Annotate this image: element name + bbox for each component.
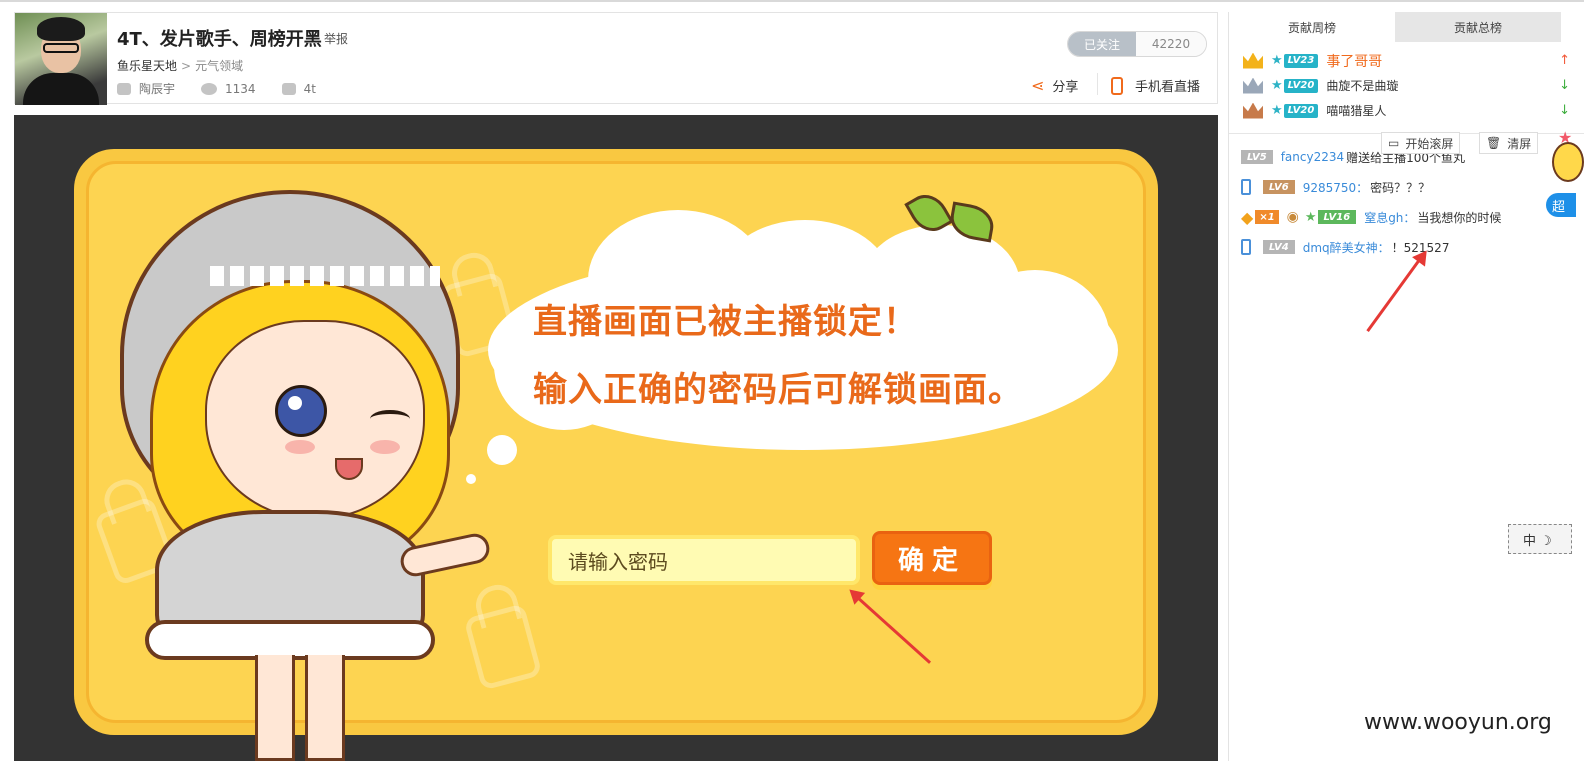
- fans-badge: ×1: [1255, 210, 1279, 224]
- ranking-name[interactable]: 喵喵猎星人: [1326, 102, 1386, 119]
- room-tag: 4t: [303, 81, 316, 96]
- divider: [1097, 73, 1098, 95]
- breadcrumb-separator: >: [181, 59, 192, 73]
- follow-count: 42220: [1136, 32, 1206, 56]
- clear-label: 清屏: [1507, 136, 1532, 151]
- confirm-button[interactable]: 确定: [872, 531, 992, 585]
- room-title: 4T、发片歌手、周榜开黑: [117, 29, 322, 50]
- password-input[interactable]: 请输入密码: [548, 535, 860, 585]
- room-meta: 陶辰宇 1134 4t: [117, 80, 342, 97]
- streamer-avatar[interactable]: [15, 13, 107, 105]
- chat-text: 密码？？？: [1370, 180, 1431, 195]
- ranking-name[interactable]: 曲旋不是曲璇: [1326, 77, 1398, 94]
- mobile-watch-button[interactable]: 手机看直播: [1111, 76, 1200, 95]
- lock-message-line1: 直播画面已被主播锁定！: [533, 302, 918, 342]
- room-header: 4T、发片歌手、周榜开黑 举报 鱼乐星天地 > 元气领域 陶辰宇 1134 4t 已…: [14, 12, 1218, 105]
- chat-username[interactable]: 9285750：: [1303, 179, 1368, 196]
- ime-indicator[interactable]: 中 ☽: [1508, 524, 1572, 554]
- chat-username[interactable]: 窒息gh：: [1364, 209, 1415, 226]
- phone-icon: [1111, 76, 1123, 95]
- level-badge: LV5: [1241, 150, 1273, 164]
- follow-button[interactable]: 已关注: [1068, 32, 1136, 56]
- level-badge: LV16: [1317, 210, 1357, 224]
- super-badge[interactable]: 超: [1546, 193, 1576, 217]
- diamond-icon: ◆: [1241, 207, 1254, 227]
- level-badge: LV6: [1263, 180, 1295, 194]
- star-icon: ★: [1271, 53, 1283, 68]
- chat-sidebar: 贡献周榜 贡献总榜 ★ LV23 事了哥哥 ↑ ★ LV20 曲旋不是曲璇 ↓ …: [1228, 12, 1584, 761]
- lock-message: 直播画面已被主播锁定！ 输入正确的密码后可解锁画面。: [533, 288, 1093, 424]
- bronze-crown-icon: [1243, 102, 1263, 119]
- breadcrumb-root[interactable]: 鱼乐星天地: [117, 59, 177, 73]
- screen-icon: ▭: [1388, 136, 1400, 150]
- ranking-row[interactable]: ★ LV20 喵喵猎星人 ↓: [1229, 98, 1584, 123]
- trend-down-icon: ↓: [1559, 103, 1570, 118]
- breadcrumb-category[interactable]: 元气领域: [195, 59, 243, 73]
- tab-weekly-ranking[interactable]: 贡献周榜: [1229, 12, 1395, 42]
- trash-icon: 🗑: [1486, 136, 1502, 150]
- star-icon: ★: [1304, 209, 1317, 225]
- silver-crown-icon: [1243, 77, 1263, 94]
- trend-down-icon: ↓: [1559, 78, 1570, 93]
- level-badge: LV20: [1283, 103, 1319, 118]
- chat-text: 当我想你的时候: [1417, 210, 1502, 225]
- level-badge: LV20: [1283, 78, 1319, 93]
- level-badge: LV23: [1283, 53, 1319, 68]
- viewer-count: 1134: [225, 81, 256, 96]
- share-button[interactable]: ⋖ 分享: [1031, 76, 1078, 95]
- chat-message: ◆ ×1 ◉ ★ LV16 窒息gh： 当我想你的时候: [1241, 202, 1584, 232]
- chat-username[interactable]: fancy2234: [1281, 150, 1344, 164]
- eye-icon: [201, 82, 218, 95]
- scroll-label: 开始滚屏: [1405, 136, 1454, 151]
- mobile-icon: [1241, 179, 1251, 195]
- mobile-watch-label: 手机看直播: [1135, 80, 1201, 95]
- mobile-icon: [1241, 239, 1251, 255]
- breadcrumb: 鱼乐星天地 > 元气领域: [117, 57, 243, 74]
- chat-message: LV6 9285750： 密码？？？: [1241, 172, 1584, 202]
- star-icon: ★: [1271, 78, 1283, 93]
- top-border: [0, 0, 1584, 2]
- gold-crown-icon: [1243, 52, 1263, 69]
- user-icon: [117, 82, 131, 95]
- chat-username[interactable]: dmq醉美女神：: [1303, 239, 1390, 256]
- lock-message-line2: 输入正确的密码后可解锁画面。: [533, 370, 1023, 410]
- trend-up-icon: ↑: [1559, 53, 1570, 68]
- ranking-row[interactable]: ★ LV20 曲旋不是曲璇 ↓: [1229, 73, 1584, 98]
- watermark: www.wooyun.org: [1364, 710, 1552, 735]
- follow-toggle[interactable]: 已关注 42220: [1067, 31, 1207, 57]
- level-badge: LV4: [1263, 240, 1295, 254]
- streamer-name[interactable]: 陶辰宇: [139, 80, 175, 97]
- star-icon: ★: [1271, 103, 1283, 118]
- ranking-row[interactable]: ★ LV23 事了哥哥 ↑: [1229, 48, 1584, 73]
- ranking-tabs: 贡献周榜 贡献总榜: [1229, 12, 1584, 42]
- contribution-ranking: ★ LV23 事了哥哥 ↑ ★ LV20 曲旋不是曲璇 ↓ ★ LV20 喵喵猎…: [1229, 48, 1584, 134]
- clear-button[interactable]: 🗑 清屏: [1479, 132, 1539, 154]
- tag-icon: [281, 82, 296, 95]
- share-label: 分享: [1052, 80, 1079, 95]
- share-icon: ⋖: [1031, 76, 1045, 95]
- chat-messages: ▭ 开始滚屏 🗑 清屏 LV5 fancy2234 赠送给主播100个鱼丸 LV6 …: [1229, 132, 1584, 262]
- ranking-name[interactable]: 事了哥哥: [1326, 51, 1382, 71]
- tab-total-ranking[interactable]: 贡献总榜: [1395, 12, 1561, 42]
- medal-icon: ◉: [1286, 209, 1299, 225]
- activity-icon[interactable]: ★: [1548, 128, 1584, 184]
- report-link[interactable]: 举报: [324, 30, 348, 47]
- scroll-button[interactable]: ▭ 开始滚屏: [1381, 132, 1461, 154]
